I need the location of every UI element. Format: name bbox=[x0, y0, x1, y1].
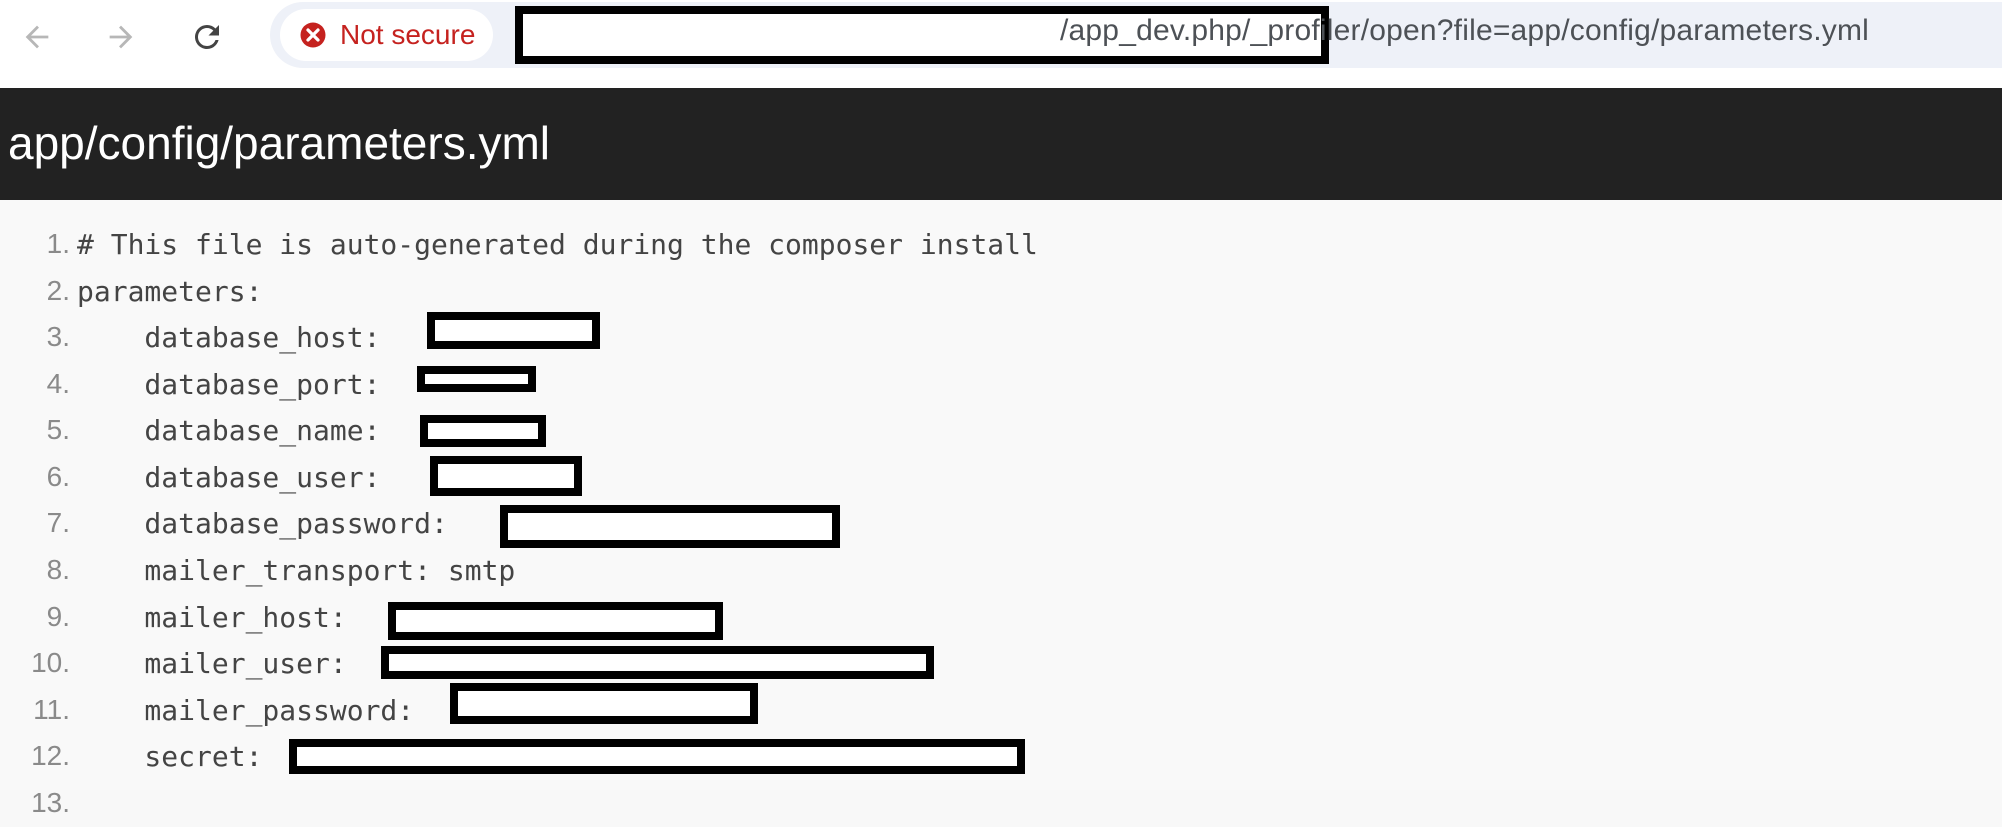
line-text: database_name: bbox=[77, 414, 381, 447]
line-number: 13. bbox=[31, 787, 70, 818]
line-text: secret: bbox=[77, 740, 263, 773]
code-line: 5. database_name: bbox=[0, 408, 2002, 454]
code-line: 3. database_host: bbox=[0, 312, 2002, 361]
line-number: 9. bbox=[46, 601, 70, 632]
code-line: 4. database_port: bbox=[0, 362, 2002, 408]
browser-toolbar: Not secure /app_dev.php/_profiler/open?f… bbox=[0, 0, 2002, 88]
forward-button[interactable] bbox=[96, 12, 146, 62]
line-number: 6. bbox=[46, 461, 70, 492]
line-number: 7. bbox=[46, 507, 70, 538]
security-chip[interactable]: Not secure bbox=[280, 9, 494, 61]
line-text: database_user: bbox=[77, 461, 381, 494]
code-line: 8. mailer_transport: smtp bbox=[0, 548, 2002, 594]
back-button[interactable] bbox=[12, 12, 62, 62]
code-line: 13. bbox=[0, 781, 2002, 827]
line-text: database_password: bbox=[77, 507, 448, 540]
line-number: 11. bbox=[33, 694, 70, 725]
redaction-box bbox=[420, 415, 546, 447]
line-text: # This file is auto-generated during the… bbox=[77, 228, 1038, 261]
code-line: 11. mailer_password: bbox=[0, 683, 2002, 734]
line-text: mailer_transport: smtp bbox=[77, 554, 516, 587]
line-number: 12. bbox=[31, 740, 70, 771]
code-line: 10. mailer_user: bbox=[0, 641, 2002, 687]
redaction-box bbox=[427, 312, 600, 349]
line-text: mailer_host: bbox=[77, 601, 347, 634]
line-number: 10. bbox=[31, 647, 70, 678]
line-text: database_port: bbox=[77, 368, 381, 401]
redaction-box bbox=[289, 739, 1025, 774]
code-line: 1. # This file is auto-generated during … bbox=[0, 222, 2002, 268]
line-number: 5. bbox=[46, 414, 70, 445]
line-text: parameters: bbox=[77, 275, 263, 308]
code-line: 6. database_user: bbox=[0, 455, 2002, 501]
error-circle-icon bbox=[300, 22, 326, 48]
redaction-box bbox=[417, 366, 536, 392]
line-number: 1. bbox=[46, 228, 70, 259]
line-text: mailer_password: bbox=[77, 694, 415, 727]
line-number: 8. bbox=[46, 554, 70, 585]
page-title: app/config/parameters.yml bbox=[8, 117, 551, 169]
arrow-left-icon bbox=[25, 25, 49, 49]
line-number: 3. bbox=[46, 321, 70, 352]
redaction-box bbox=[388, 602, 723, 640]
arrow-right-icon bbox=[109, 25, 133, 49]
line-text: database_host: bbox=[77, 321, 381, 354]
reload-icon bbox=[194, 24, 219, 49]
redaction-box bbox=[450, 683, 758, 724]
redaction-box bbox=[381, 646, 934, 679]
code-line: 9. mailer_host: bbox=[0, 595, 2002, 641]
code-line: 7. database_password: bbox=[0, 501, 2002, 548]
line-number: 2. bbox=[46, 275, 70, 306]
line-number: 4. bbox=[46, 368, 70, 399]
line-text: mailer_user: bbox=[77, 647, 347, 680]
reload-button[interactable] bbox=[182, 12, 232, 62]
security-label: Not secure bbox=[340, 19, 476, 50]
code-listing: 1. # This file is auto-generated during … bbox=[0, 200, 2002, 818]
redaction-box bbox=[500, 505, 840, 548]
code-line: 12. secret: bbox=[0, 734, 2002, 780]
file-header: app/config/parameters.yml bbox=[0, 88, 2002, 200]
redaction-box bbox=[430, 456, 582, 496]
url-text[interactable]: /app_dev.php/_profiler/open?file=app/con… bbox=[1060, 14, 1869, 48]
code-line: 2. parameters: bbox=[0, 269, 2002, 315]
